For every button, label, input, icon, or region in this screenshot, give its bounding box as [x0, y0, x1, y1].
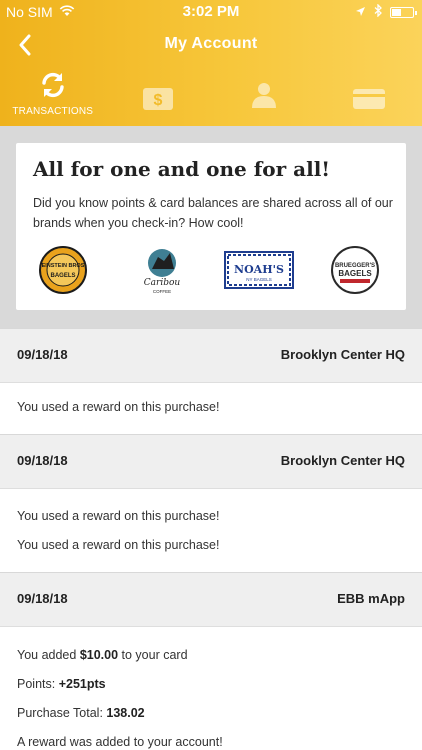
- refresh-icon: [39, 68, 67, 102]
- transaction-header: 09/18/18 Brooklyn Center HQ: [0, 328, 422, 383]
- added-funds-line: You added $10.00 to your card: [17, 648, 188, 662]
- location-icon: [355, 4, 366, 20]
- einstein-bros-logo: EINSTEIN BROS BAGELS: [38, 245, 88, 300]
- promo-text: Did you know points & card balances are …: [33, 196, 393, 230]
- transaction-item[interactable]: 09/18/18 Brooklyn Center HQ You used a r…: [0, 434, 422, 572]
- promo-section: All for one and one for all! Did you kno…: [0, 126, 422, 328]
- transaction-store: EBB mApp: [337, 591, 405, 606]
- transaction-date: 09/18/18: [17, 453, 68, 468]
- purchase-total-line: Purchase Total: 138.02: [17, 706, 145, 720]
- tab-transactions-label: TRANSACTIONS: [12, 106, 94, 117]
- transaction-item[interactable]: 09/18/18 EBB mApp You added $10.00 to yo…: [0, 572, 422, 750]
- transaction-item[interactable]: 09/18/18 Brooklyn Center HQ You used a r…: [0, 328, 422, 434]
- transaction-date: 09/18/18: [17, 347, 68, 362]
- tab-cards[interactable]: [317, 64, 422, 124]
- transaction-date: 09/18/18: [17, 591, 68, 606]
- page-title: My Account: [164, 35, 258, 52]
- battery-icon: [390, 6, 417, 18]
- noahs-logo: NOAH'S NY BAGELS: [224, 251, 294, 294]
- points-value: +251pts: [58, 677, 106, 691]
- svg-text:BAGELS: BAGELS: [338, 269, 372, 278]
- transaction-line: You used a reward on this purchase!: [17, 509, 220, 523]
- svg-text:COFFEE: COFFEE: [153, 289, 171, 294]
- account-header: No SIM 3:02 PM My Account TRANSACTIONS $: [0, 0, 422, 126]
- transaction-line: You used a reward on this purchase!: [17, 400, 220, 414]
- tab-transactions[interactable]: TRANSACTIONS: [0, 64, 106, 124]
- card-icon: [353, 82, 386, 116]
- points-line: Points: +251pts: [17, 677, 106, 691]
- transaction-header: 09/18/18 EBB mApp: [0, 572, 422, 627]
- bluetooth-icon: [374, 3, 382, 20]
- promo-title: All for one and one for all!: [33, 157, 331, 181]
- svg-text:Caribou: Caribou: [144, 278, 181, 288]
- reward-note: A reward was added to your account!: [17, 735, 223, 749]
- brueggers-logo: BRUEGGER'S BAGELS: [330, 245, 380, 300]
- promo-card: All for one and one for all! Did you kno…: [16, 143, 406, 310]
- person-icon: [251, 78, 276, 112]
- transaction-store: Brooklyn Center HQ: [280, 453, 405, 468]
- purchase-total-value: 138.02: [106, 706, 145, 720]
- svg-text:BAGELS: BAGELS: [50, 273, 75, 279]
- tab-balance[interactable]: $: [106, 64, 212, 124]
- svg-text:NOAH'S: NOAH'S: [234, 263, 284, 276]
- tab-profile[interactable]: [211, 64, 317, 124]
- svg-text:NY BAGELS: NY BAGELS: [246, 277, 271, 282]
- account-tabs: TRANSACTIONS $: [0, 64, 422, 124]
- dollar-icon: $: [143, 82, 174, 116]
- transaction-store: Brooklyn Center HQ: [280, 347, 405, 362]
- added-amount: $10.00: [79, 648, 119, 662]
- caribou-coffee-logo: Caribou COFFEE: [134, 245, 190, 300]
- transaction-header: 09/18/18 Brooklyn Center HQ: [0, 434, 422, 489]
- transaction-line: You used a reward on this purchase!: [17, 538, 220, 552]
- svg-text:$: $: [154, 92, 163, 109]
- status-bar: No SIM 3:02 PM: [0, 0, 422, 24]
- svg-text:EINSTEIN BROS: EINSTEIN BROS: [42, 263, 85, 269]
- brand-logos: EINSTEIN BROS BAGELS Caribou COFFEE NOAH…: [16, 245, 406, 301]
